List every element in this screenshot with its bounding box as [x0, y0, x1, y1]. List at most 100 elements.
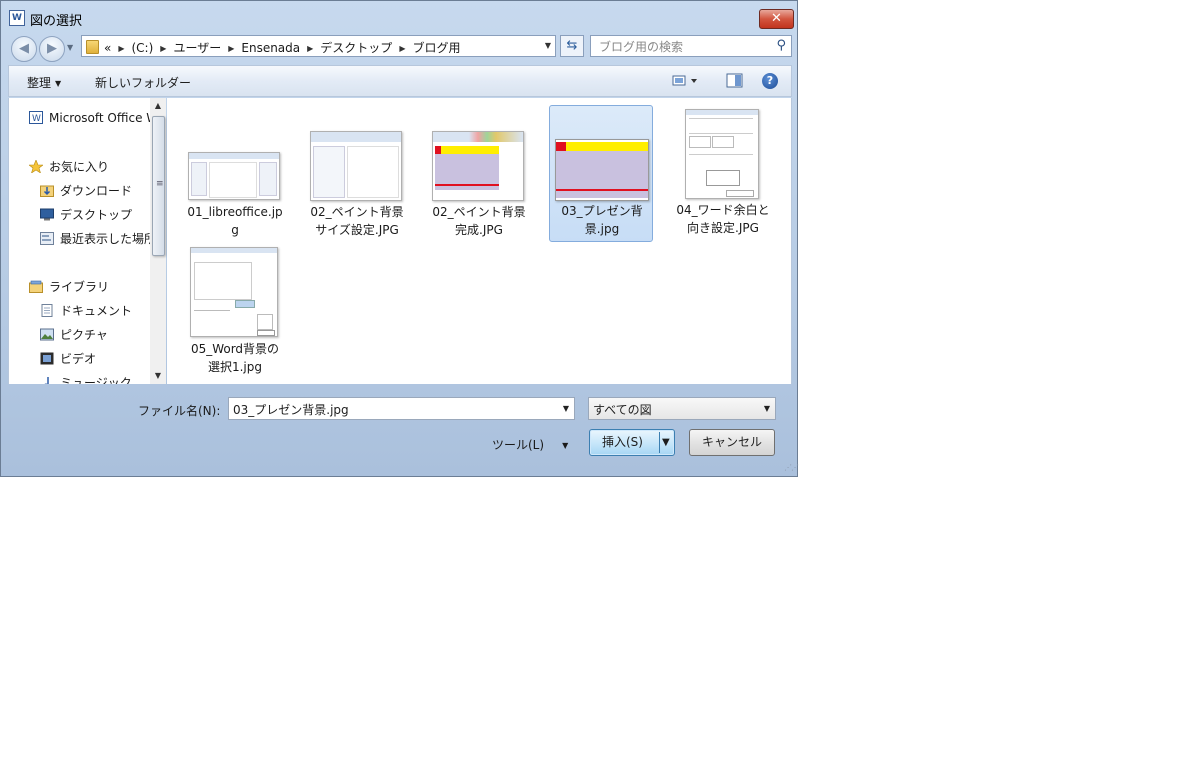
breadcrumb-separator-icon[interactable]: ▶ [307, 44, 313, 53]
nav-item-libraries[interactable]: ライブラリ [29, 278, 109, 296]
file-name: 02_ペイント背景 完成.JPG [432, 205, 526, 237]
document-icon [41, 304, 53, 317]
filename-label: ファイル名(N): [138, 404, 221, 418]
nav-item-label: ドキュメント [60, 304, 133, 318]
chevron-down-icon[interactable]: ▼ [764, 404, 770, 413]
tools-menu[interactable]: ツール(L) ▼ [492, 436, 568, 453]
nav-item-label: Microsoft Office W [49, 111, 159, 125]
close-button[interactable]: ✕ [759, 9, 794, 29]
nav-item-favorites[interactable]: お気に入り [29, 158, 109, 176]
scroll-up-icon[interactable]: ▲ [150, 98, 166, 114]
address-dropdown-icon[interactable]: ▼ [545, 41, 551, 50]
nav-item-pictures[interactable]: ピクチャ [40, 326, 108, 344]
nav-item-label: お気に入り [49, 160, 110, 174]
pictures-icon [40, 328, 54, 341]
music-icon [44, 377, 49, 384]
nav-item-music[interactable]: ミュージック [40, 374, 132, 384]
file-name: 03_プレゼン背 景.jpg [561, 204, 643, 236]
breadcrumb: « ▶ (C:) ▶ ユーザー ▶ Ensenada ▶ デスクトップ ▶ ブログ用 [104, 39, 460, 56]
navigation-pane: W Microsoft Office W お気に入り ダウンロード デスクトップ … [8, 98, 166, 384]
search-input[interactable] [597, 39, 771, 55]
refresh-icon: ⇆ [566, 38, 578, 53]
nav-item-documents[interactable]: ドキュメント [40, 302, 132, 320]
file-item-selected[interactable]: 03_プレゼン背 景.jpg [549, 105, 653, 242]
resize-grip-icon[interactable]: ⋰⋰ [784, 463, 799, 472]
search-icon[interactable]: ⚲ [776, 38, 786, 53]
help-icon[interactable]: ? [762, 73, 778, 89]
file-thumbnail [685, 109, 759, 199]
preview-pane-icon [726, 73, 743, 88]
breadcrumb-overflow[interactable]: « [104, 41, 111, 55]
nav-item-desktop[interactable]: デスクトップ [40, 206, 132, 224]
chevron-down-icon: ▼ [55, 79, 62, 88]
command-bar: 整理 ▼ 新しいフォルダー ? [8, 65, 792, 97]
word-app-icon: W [9, 10, 25, 26]
breadcrumb-user[interactable]: Ensenada [241, 41, 300, 55]
tools-label: ツール(L) [492, 438, 545, 452]
breadcrumb-desktop[interactable]: デスクトップ [320, 41, 392, 55]
scrollbar-thumb[interactable]: ≡ [152, 116, 165, 256]
breadcrumb-separator-icon[interactable]: ▶ [118, 44, 124, 53]
nav-item-label: デスクトップ [60, 208, 133, 222]
cancel-button[interactable]: キャンセル [689, 429, 775, 456]
change-view-button[interactable] [672, 73, 700, 92]
breadcrumb-drive[interactable]: (C:) [132, 41, 154, 55]
insert-split-button[interactable]: 挿入(S) ▼ [589, 429, 675, 456]
file-name: 05_Word背景の 選択1.jpg [190, 342, 280, 374]
new-folder-button[interactable]: 新しいフォルダー [95, 74, 191, 91]
refresh-button[interactable]: ⇆ [560, 35, 584, 57]
filename-input[interactable]: 03_プレゼン背景.jpg ▼ [228, 397, 575, 420]
forward-button[interactable]: ▶ [39, 36, 65, 62]
title-bar: W 図の選択 ✕ [1, 1, 797, 33]
search-box[interactable]: ⚲ [590, 35, 792, 57]
breadcrumb-separator-icon[interactable]: ▶ [228, 44, 234, 53]
view-options-icon [672, 75, 697, 86]
file-thumbnail [555, 139, 649, 201]
nav-item-office[interactable]: W Microsoft Office W [29, 109, 158, 127]
nav-item-videos[interactable]: ビデオ [40, 350, 96, 368]
file-thumbnail [188, 152, 280, 200]
preview-pane-button[interactable] [726, 73, 744, 92]
library-icon [29, 280, 43, 293]
breadcrumb-separator-icon[interactable]: ▶ [160, 44, 166, 53]
chevron-down-icon[interactable]: ▼ [563, 404, 569, 413]
nav-item-downloads[interactable]: ダウンロード [40, 182, 132, 200]
filetype-select[interactable]: すべての図 ▼ [588, 397, 776, 420]
dialog-footer: ファイル名(N): 03_プレゼン背景.jpg ▼ すべての図 ▼ ツール(L)… [8, 385, 792, 471]
breadcrumb-current[interactable]: ブログ用 [412, 41, 460, 55]
organize-label: 整理 [27, 76, 52, 90]
address-bar[interactable]: « ▶ (C:) ▶ ユーザー ▶ Ensenada ▶ デスクトップ ▶ ブログ用 ▼ [81, 35, 556, 57]
back-button[interactable]: ◀ [11, 36, 37, 62]
file-item[interactable]: 02_ペイント背景 サイズ設定.JPG [305, 126, 409, 244]
nav-item-label: ビデオ [60, 352, 97, 366]
file-item[interactable]: 04_ワード余白と 向き設定.JPG [671, 105, 775, 244]
file-item[interactable]: 05_Word背景の 選択1.jpg [183, 244, 287, 380]
breadcrumb-users[interactable]: ユーザー [173, 41, 221, 55]
star-icon [29, 160, 43, 173]
scroll-down-icon[interactable]: ▼ [150, 368, 166, 384]
recent-pages-dropdown[interactable]: ▼ [67, 43, 73, 52]
file-item[interactable]: 01_libreoffice.jp g [183, 144, 287, 244]
breadcrumb-separator-icon[interactable]: ▶ [399, 44, 405, 53]
file-item[interactable]: 02_ペイント背景 完成.JPG [427, 126, 531, 244]
organize-menu[interactable]: 整理 ▼ [27, 74, 61, 91]
insert-button[interactable]: 挿入(S) [602, 430, 643, 455]
insert-options-dropdown-icon[interactable]: ▼ [662, 430, 670, 455]
close-icon: ✕ [771, 11, 782, 26]
filetype-value: すべての図 [593, 403, 652, 417]
filename-value: 03_プレゼン背景.jpg [233, 403, 349, 417]
nav-item-label: 最近表示した場所 [60, 232, 157, 246]
file-name: 02_ペイント背景 サイズ設定.JPG [310, 205, 404, 237]
file-name: 01_libreoffice.jp g [187, 205, 283, 237]
folder-icon [86, 40, 99, 54]
back-arrow-icon: ◀ [19, 41, 29, 56]
navigation-scrollbar[interactable]: ▲ ≡ ▼ [150, 98, 166, 384]
file-thumbnail [190, 247, 278, 337]
download-folder-icon [40, 185, 54, 197]
file-view: 01_libreoffice.jp g 02_ペイント背景 サイズ設定.JPG 02… [167, 98, 792, 384]
chevron-down-icon: ▼ [562, 441, 569, 450]
navigation-bar: ◀ ▶ ▼ « ▶ (C:) ▶ ユーザー ▶ Ensenada ▶ デスクトップ ▶ ブログ用 ▼… [1, 33, 797, 63]
nav-item-label: ミュージック [60, 376, 132, 384]
nav-item-recent[interactable]: 最近表示した場所 [40, 230, 156, 248]
nav-item-label: ダウンロード [60, 184, 133, 198]
